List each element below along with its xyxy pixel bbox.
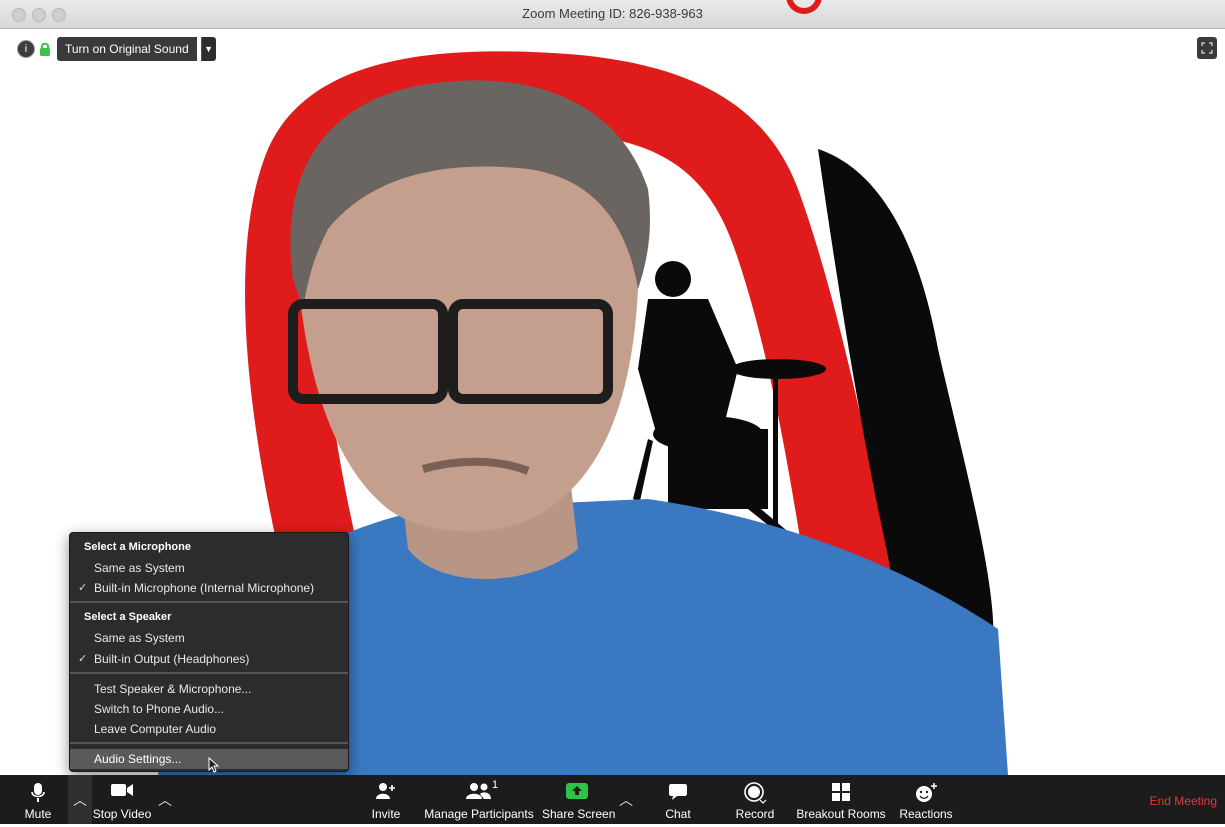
stop-video-label: Stop Video	[92, 807, 152, 821]
fullscreen-icon[interactable]	[1197, 37, 1217, 59]
breakout-rooms-button[interactable]: Breakout Rooms	[796, 775, 886, 824]
share-screen-button[interactable]: Share Screen	[542, 775, 616, 824]
menu-item-label: Audio Settings...	[94, 752, 182, 766]
leave-computer-audio-item[interactable]: Leave Computer Audio	[70, 719, 348, 739]
record-icon	[744, 782, 767, 804]
mic-option-built-in[interactable]: ✓ Built-in Microphone (Internal Micropho…	[70, 578, 348, 598]
menu-item-label: Built-in Microphone (Internal Microphone…	[94, 581, 315, 595]
record-label: Record	[735, 807, 775, 821]
speaker-option-same-as-system[interactable]: Same as System	[70, 628, 348, 648]
share-options-caret-icon[interactable]: ︿	[614, 775, 638, 824]
original-sound-button[interactable]: Turn on Original Sound	[57, 37, 197, 61]
info-icon[interactable]: i	[17, 40, 35, 58]
microphone-icon	[31, 783, 45, 802]
mute-button[interactable]: Mute	[14, 775, 62, 824]
menu-item-label: Same as System	[94, 561, 185, 575]
video-camera-icon	[111, 784, 133, 796]
menu-divider	[70, 601, 348, 603]
audio-options-menu: Select a Microphone Same as System ✓ Bui…	[69, 532, 349, 773]
window-title: Zoom Meeting ID: 826-938-963	[522, 6, 703, 21]
chevron-down-icon[interactable]: ▼	[200, 37, 216, 61]
mic-option-same-as-system[interactable]: Same as System	[70, 558, 348, 578]
lock-icon[interactable]	[39, 42, 51, 57]
meeting-toolbar: Mute ︿ Stop Video ︿ Invite 1 Manage Part…	[0, 775, 1225, 824]
menu-item-label: Built-in Output (Headphones)	[94, 652, 250, 666]
chat-bubble-icon	[669, 784, 687, 800]
checkmark-icon: ✓	[78, 653, 88, 665]
share-screen-icon	[566, 783, 588, 799]
stop-video-button[interactable]: Stop Video	[90, 775, 154, 824]
meeting-info-bar: i Turn on Original Sound ▼	[17, 37, 216, 61]
video-options-caret-icon[interactable]: ︿	[153, 775, 177, 824]
manage-participants-label: Manage Participants	[424, 807, 534, 821]
menu-item-label: Test Speaker & Microphone...	[94, 682, 252, 696]
speaker-section-header: Select a Speaker	[84, 611, 172, 623]
title-bar: Zoom Meeting ID: 826-938-963	[0, 0, 1225, 29]
add-user-icon	[376, 783, 395, 799]
mute-label: Mute	[24, 807, 52, 821]
menu-item-label: Leave Computer Audio	[94, 722, 217, 736]
breakout-rooms-icon	[832, 783, 850, 801]
chat-button[interactable]: Chat	[658, 775, 698, 824]
audio-options-caret-icon[interactable]: ︿	[68, 775, 92, 824]
switch-to-phone-audio-item[interactable]: Switch to Phone Audio...	[70, 699, 348, 719]
participant-count: 1	[492, 779, 499, 791]
invite-button[interactable]: Invite	[364, 775, 408, 824]
chat-label: Chat	[665, 807, 691, 821]
reactions-label: Reactions	[899, 807, 953, 821]
checkmark-icon: ✓	[78, 582, 88, 594]
breakout-rooms-label: Breakout Rooms	[796, 807, 886, 821]
menu-divider	[70, 742, 348, 744]
mouse-cursor-icon	[208, 757, 220, 773]
invite-label: Invite	[371, 807, 401, 821]
end-meeting-button[interactable]: End Meeting	[1150, 775, 1217, 827]
menu-item-label: Switch to Phone Audio...	[94, 702, 225, 716]
menu-divider	[70, 672, 348, 674]
test-speaker-microphone-item[interactable]: Test Speaker & Microphone...	[70, 679, 348, 699]
smiley-plus-icon	[916, 783, 937, 802]
manage-participants-button[interactable]: 1 Manage Participants	[424, 775, 534, 824]
reactions-button[interactable]: Reactions	[896, 775, 956, 824]
record-button[interactable]: Record	[732, 775, 778, 824]
participants-icon	[466, 783, 491, 799]
speaker-option-built-in-output[interactable]: ✓ Built-in Output (Headphones)	[70, 649, 348, 669]
microphone-section-header: Select a Microphone	[84, 541, 191, 553]
menu-item-label: Same as System	[94, 631, 185, 645]
share-screen-label: Share Screen	[542, 807, 616, 821]
